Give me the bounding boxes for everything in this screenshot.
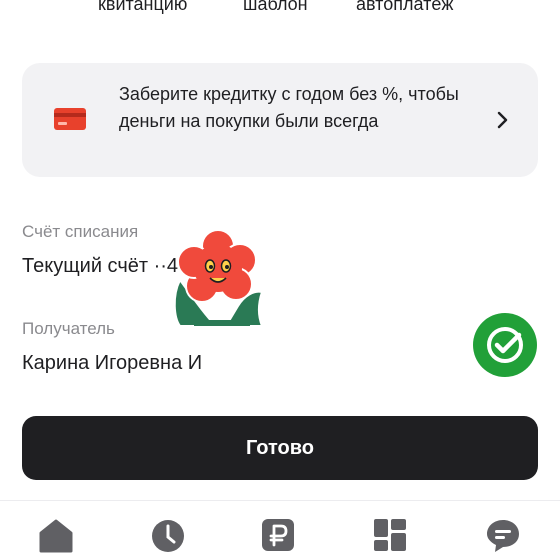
recipient-value[interactable]: Карина Игоревна И [22, 352, 202, 375]
promo-text: Заберите кредитку с годом без %, чтобы д… [119, 84, 459, 131]
chevron-right-icon [496, 109, 510, 131]
sber-check-icon [487, 327, 523, 363]
credit-card-promo-banner[interactable]: Заберите кредитку с годом без %, чтобы д… [22, 63, 538, 177]
template-action-label[interactable]: шаблон [243, 0, 308, 15]
credit-card-icon [54, 108, 86, 130]
bottom-tab-bar [0, 500, 560, 560]
debit-account-label: Счёт списания [22, 222, 139, 241]
flower-mascot-sticker [166, 226, 270, 330]
tab-history[interactable] [148, 515, 188, 555]
tab-home[interactable] [36, 515, 76, 555]
debit-account-value[interactable]: Текущий счёт ··4 [22, 255, 178, 278]
showcase-grid-icon [374, 519, 406, 551]
home-icon [39, 519, 73, 553]
payments-ruble-icon [262, 519, 294, 551]
tab-chat[interactable] [483, 515, 523, 555]
autopay-action-label[interactable]: автоплатёж [356, 0, 453, 15]
tab-payments[interactable] [258, 515, 298, 555]
done-button[interactable]: Готово [22, 416, 538, 480]
recipient-label: Получатель [22, 319, 115, 338]
receipt-action-label[interactable]: квитанцию [98, 0, 187, 15]
history-clock-icon [152, 520, 184, 552]
sber-assistant-button[interactable] [473, 313, 537, 377]
top-actions-row: квитанцию шаблон автоплатёж [0, 0, 560, 20]
chat-bubble-icon [487, 520, 519, 552]
tab-showcase[interactable] [370, 515, 410, 555]
